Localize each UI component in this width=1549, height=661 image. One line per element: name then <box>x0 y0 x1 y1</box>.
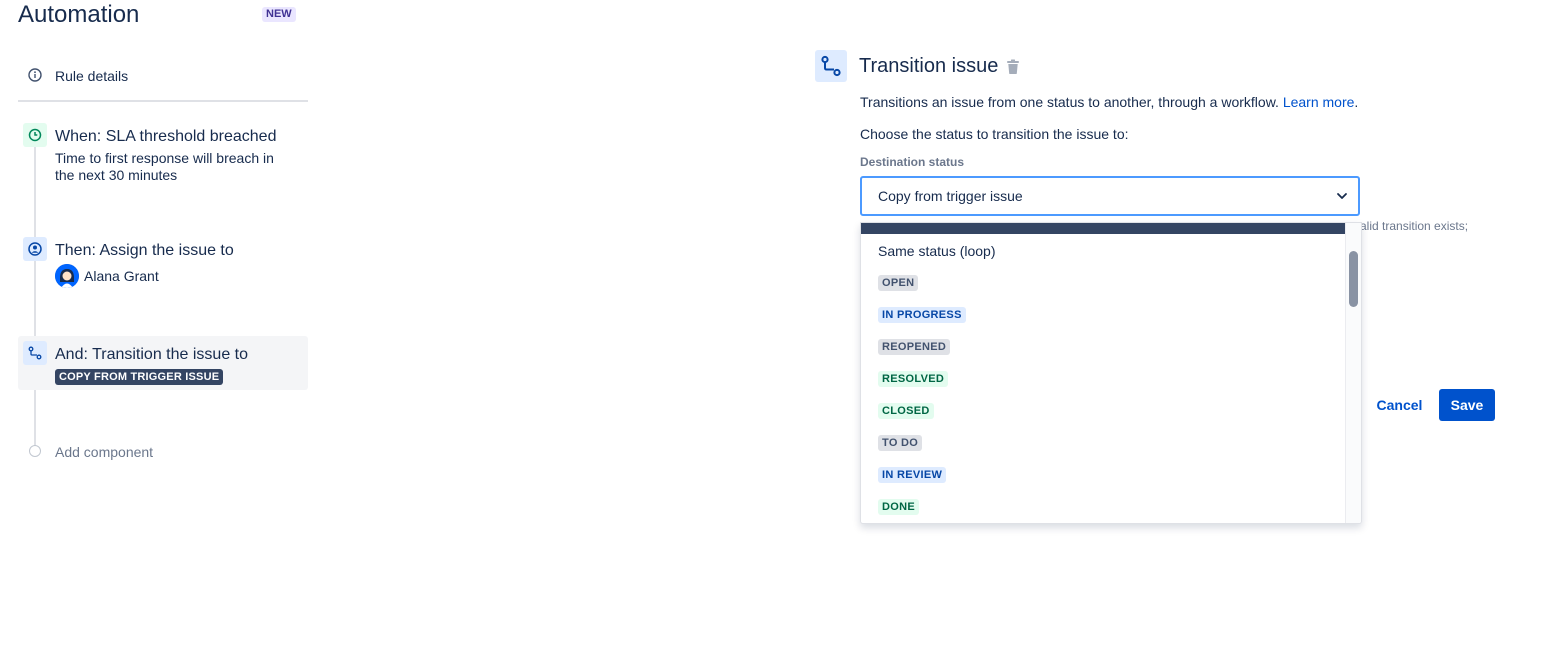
menu-item[interactable]: CLOSED <box>861 394 1345 426</box>
step-title: Then: Assign the issue to <box>55 242 234 259</box>
status-lozenge: CLOSED <box>878 403 934 419</box>
menu-item[interactable]: REOPENED <box>861 330 1345 362</box>
selected-value: Copy from trigger issue <box>878 188 1023 204</box>
page-title: Automation <box>18 1 140 28</box>
menu-item[interactable]: IN REVIEW <box>861 458 1345 490</box>
status-lozenge: COPY FROM TRIGGER ISSUE <box>55 369 224 385</box>
menu-item[interactable]: OPEN <box>861 266 1345 298</box>
panel-description: Transitions an issue from one status to … <box>860 93 1358 111</box>
menu-item[interactable]: IN PROGRESS <box>861 298 1345 330</box>
status-lozenge: DONE <box>878 499 919 515</box>
avatar <box>55 264 79 288</box>
menu-item[interactable]: TO DO <box>861 426 1345 458</box>
step-description: Time to first response will breach in <box>55 150 274 166</box>
info-icon <box>28 68 42 87</box>
menu-item-label: Same status (loop) <box>878 243 996 259</box>
step-when[interactable]: When: SLA threshold breached Time to fir… <box>18 122 308 192</box>
transition-icon <box>815 50 847 82</box>
scrollbar-thumb[interactable] <box>1349 251 1358 307</box>
menu-item[interactable]: DONE <box>861 490 1345 522</box>
transition-icon <box>23 341 47 365</box>
status-dropdown-menu[interactable]: Same status (loop) OPEN IN PROGRESS REOPENE… <box>860 222 1362 524</box>
description-text: Transitions an issue from one status to … <box>860 94 1279 110</box>
step-title: When: SLA threshold breached <box>55 128 277 145</box>
helper-text-tail: alid transition exists; <box>1360 219 1469 233</box>
status-lozenge: RESOLVED <box>878 371 949 387</box>
add-component-dot <box>29 445 41 457</box>
cancel-button[interactable]: Cancel <box>1370 389 1429 421</box>
step-description: the next 30 minutes <box>55 167 178 183</box>
menu-item-focused[interactable] <box>861 223 1345 234</box>
learn-more-link[interactable]: Learn more <box>1283 94 1355 110</box>
chevron-down-icon <box>1332 186 1352 211</box>
add-component-link[interactable]: Add component <box>55 444 153 461</box>
panel-title: Transition issue <box>859 55 999 77</box>
save-button[interactable]: Save <box>1439 389 1495 421</box>
rule-details-item[interactable]: Rule details <box>18 60 308 102</box>
trash-icon[interactable] <box>1006 59 1020 80</box>
menu-item[interactable]: Same status (loop) <box>861 234 1345 266</box>
user-circle-icon <box>23 237 47 261</box>
choose-status-text: Choose the status to transition the issu… <box>860 126 1129 142</box>
status-lozenge: IN REVIEW <box>878 467 947 483</box>
scrollbar[interactable] <box>1345 223 1361 523</box>
status-lozenge: TO DO <box>878 435 923 451</box>
status-lozenge: IN PROGRESS <box>878 307 966 323</box>
clock-icon <box>23 123 47 147</box>
description-period: . <box>1354 94 1359 110</box>
menu-item[interactable]: RESOLVED <box>861 362 1345 394</box>
rule-details-label: Rule details <box>55 68 129 84</box>
destination-status-select[interactable]: Copy from trigger issue <box>860 176 1360 216</box>
step-title: And: Transition the issue to <box>55 346 248 363</box>
new-badge: NEW <box>262 7 296 22</box>
destination-status-label: Destination status <box>860 155 965 169</box>
assignee-name: Alana Grant <box>84 268 159 284</box>
status-lozenge: OPEN <box>878 275 919 291</box>
status-lozenge: REOPENED <box>878 339 951 355</box>
